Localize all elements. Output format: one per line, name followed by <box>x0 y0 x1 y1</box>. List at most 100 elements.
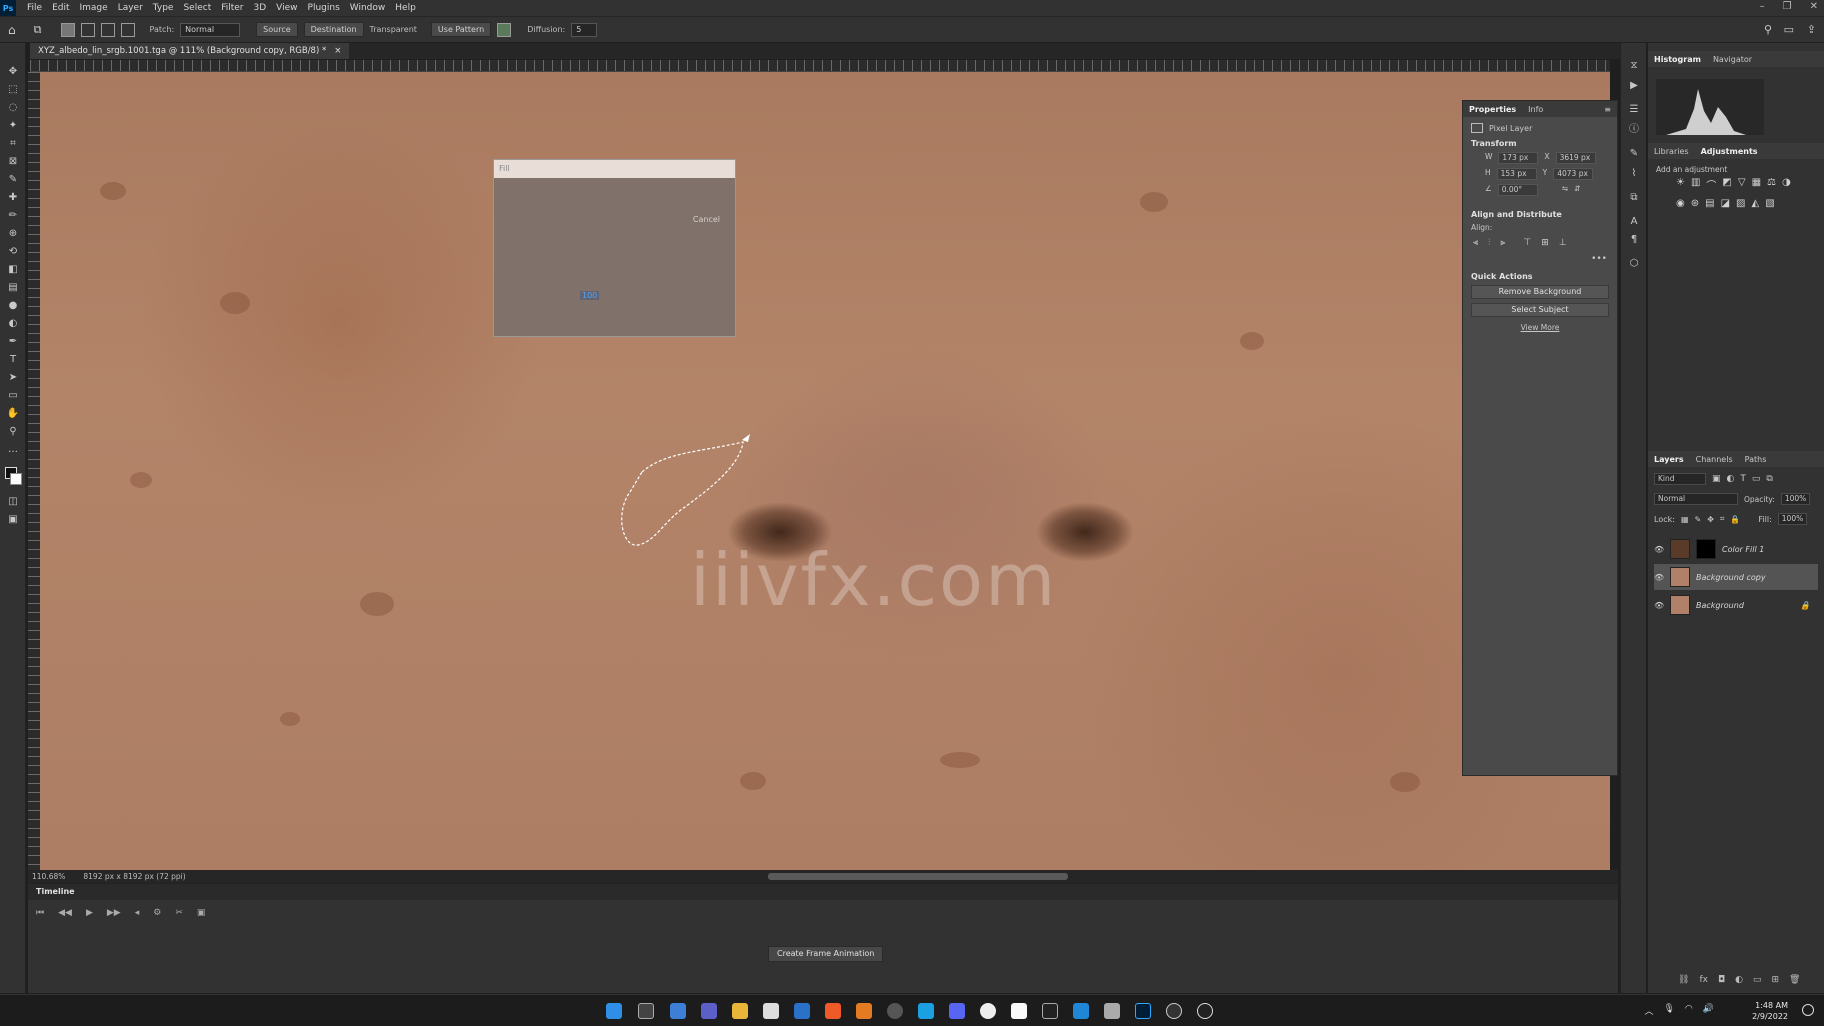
background-color-icon[interactable] <box>10 473 22 485</box>
add-selection-icon[interactable] <box>81 22 96 37</box>
brushes-icon[interactable]: ⌇ <box>1627 167 1641 181</box>
lock-brush-icon[interactable]: ✎ <box>1695 515 1702 524</box>
tab-navigator[interactable]: Navigator <box>1713 55 1752 64</box>
audio-icon[interactable]: ◂ <box>135 908 140 918</box>
move-tool-icon[interactable]: ✥ <box>6 65 20 79</box>
tab-channels[interactable]: Channels <box>1696 455 1733 464</box>
transform-title[interactable]: Transform <box>1471 139 1617 148</box>
filter-pixel-icon[interactable]: ▣ <box>1712 474 1721 484</box>
lock-pixels-icon[interactable]: ▦ <box>1681 515 1689 524</box>
exposure-icon[interactable]: ◩ <box>1722 177 1731 192</box>
align-bottom-icon[interactable]: ⊥ <box>1559 238 1567 248</box>
first-frame-icon[interactable]: ⏮ <box>36 908 44 918</box>
visibility-icon[interactable]: 👁 <box>1654 601 1664 610</box>
tab-adjustments[interactable]: Adjustments <box>1701 147 1758 156</box>
width-input[interactable]: 173 px <box>1498 152 1539 164</box>
threshold-icon[interactable]: ◭ <box>1751 198 1759 209</box>
eyedropper-icon[interactable]: ✎ <box>6 173 20 187</box>
healing-brush-icon[interactable]: ✚ <box>6 191 20 205</box>
patch-tool-icon[interactable]: ⧉ <box>34 23 42 37</box>
layer-row-background[interactable]: 👁 Background 🔒 <box>1654 592 1818 618</box>
chrome-icon[interactable] <box>980 1003 996 1019</box>
widgets-icon[interactable] <box>670 1003 686 1019</box>
view-more-link[interactable]: View More <box>1463 323 1617 332</box>
remove-background-button[interactable]: Remove Background <box>1471 285 1609 299</box>
link-layers-icon[interactable]: ⛓ <box>1678 975 1689 985</box>
chevron-up-icon[interactable]: ︿ <box>1644 1004 1653 1017</box>
horizontal-ruler[interactable] <box>30 60 1610 72</box>
prev-frame-icon[interactable]: ◀◀ <box>58 908 72 918</box>
flip-h-icon[interactable]: ⇋ <box>1562 184 1568 196</box>
visibility-icon[interactable]: 👁 <box>1654 573 1664 582</box>
lock-artboard-icon[interactable]: ⌗ <box>1720 514 1725 524</box>
brave-icon[interactable] <box>825 1003 841 1019</box>
marquee-tool-icon[interactable]: ⬚ <box>6 83 20 97</box>
patch-mode-select[interactable]: Normal <box>180 22 241 37</box>
new-selection-icon[interactable] <box>61 22 76 37</box>
opacity-input[interactable]: 100% <box>1780 493 1811 505</box>
zoom-tool-icon[interactable]: ⚲ <box>6 425 20 439</box>
path-select-icon[interactable]: ➤ <box>6 371 20 385</box>
edge-icon[interactable] <box>918 1003 934 1019</box>
notepad-icon[interactable] <box>1011 1003 1027 1019</box>
menu-view[interactable]: View <box>271 3 302 13</box>
color-lookup-icon[interactable]: ▤ <box>1705 198 1714 209</box>
pattern-swatch-icon[interactable] <box>497 22 512 37</box>
more-tools-icon[interactable]: … <box>6 443 20 457</box>
transparent-checkbox[interactable]: Transparent <box>370 25 417 34</box>
fill-opacity-input[interactable]: 100 <box>580 291 600 300</box>
obs-icon[interactable] <box>887 1003 903 1019</box>
discord-icon[interactable] <box>949 1003 965 1019</box>
create-frame-animation-button[interactable]: Create Frame Animation <box>768 946 884 962</box>
transition-icon[interactable]: ▣ <box>197 908 206 918</box>
volume-icon[interactable]: 🔊 <box>1703 1004 1714 1017</box>
pen-tool-icon[interactable]: ✒ <box>6 335 20 349</box>
diffusion-input[interactable]: 5 <box>571 22 598 37</box>
settings-icon[interactable]: ⚙ <box>153 908 161 918</box>
lock-move-icon[interactable]: ✥ <box>1707 515 1714 524</box>
horizontal-scrollbar[interactable] <box>768 873 1068 880</box>
info-icon[interactable]: ⓘ <box>1627 123 1641 137</box>
visibility-icon[interactable]: 👁 <box>1654 545 1664 554</box>
filter-shape-icon[interactable]: ▭ <box>1752 474 1761 484</box>
use-pattern-button[interactable]: Use Pattern <box>430 22 492 37</box>
character-icon[interactable]: A <box>1627 215 1641 229</box>
vscode-icon[interactable] <box>1073 1003 1089 1019</box>
minimize-icon[interactable]: – <box>1760 1 1765 12</box>
fx-icon[interactable]: fx <box>1699 975 1708 985</box>
black-white-icon[interactable]: ◑ <box>1782 177 1791 192</box>
tab-histogram[interactable]: Histogram <box>1654 55 1701 64</box>
crop-tool-icon[interactable]: ⌗ <box>6 137 20 151</box>
hand-tool-icon[interactable]: ✋ <box>6 407 20 421</box>
zoom-level[interactable]: 110.68% <box>32 872 65 881</box>
document-tab[interactable]: XYZ_albedo_lin_srgb.1001.tga @ 111% (Bac… <box>30 43 350 59</box>
flip-v-icon[interactable]: ⇵ <box>1574 184 1580 196</box>
photo-filter-icon[interactable]: ◉ <box>1676 198 1685 209</box>
frame-tool-icon[interactable]: ⊠ <box>6 155 20 169</box>
split-icon[interactable]: ✂ <box>175 908 183 918</box>
clone-source-icon[interactable]: ⧉ <box>1627 191 1641 205</box>
angle-input[interactable]: 0.00° <box>1497 184 1538 196</box>
share-icon[interactable]: ⇪ <box>1807 23 1816 36</box>
terminal-icon[interactable] <box>1042 1003 1058 1019</box>
history-brush-icon[interactable]: ⟲ <box>6 245 20 259</box>
quick-actions-title[interactable]: Quick Actions <box>1471 272 1617 281</box>
store-icon[interactable] <box>763 1003 779 1019</box>
blend-mode-select[interactable]: Normal <box>1654 493 1738 505</box>
new-group-icon[interactable]: ▭ <box>1753 975 1762 985</box>
menu-file[interactable]: File <box>22 3 47 13</box>
layer-filter-kind[interactable]: Kind <box>1654 473 1706 485</box>
3d-icon[interactable]: ⬡ <box>1627 257 1641 271</box>
cancel-button[interactable]: Cancel <box>693 215 720 224</box>
notification-icon[interactable] <box>1802 1004 1814 1016</box>
intersect-selection-icon[interactable] <box>121 22 136 37</box>
menu-3d[interactable]: 3D <box>249 3 272 13</box>
doc-size[interactable]: 8192 px x 8192 px (72 ppi) <box>83 872 185 881</box>
menu-type[interactable]: Type <box>148 3 179 13</box>
workspace-icon[interactable]: ▭ <box>1784 23 1794 36</box>
fill-dialog-title[interactable]: Fill <box>494 160 735 178</box>
x-input[interactable]: 3619 px <box>1555 152 1596 164</box>
new-layer-icon[interactable]: ⊞ <box>1771 975 1779 985</box>
height-input[interactable]: 153 px <box>1496 168 1537 180</box>
filter-adjust-icon[interactable]: ◐ <box>1727 474 1735 484</box>
